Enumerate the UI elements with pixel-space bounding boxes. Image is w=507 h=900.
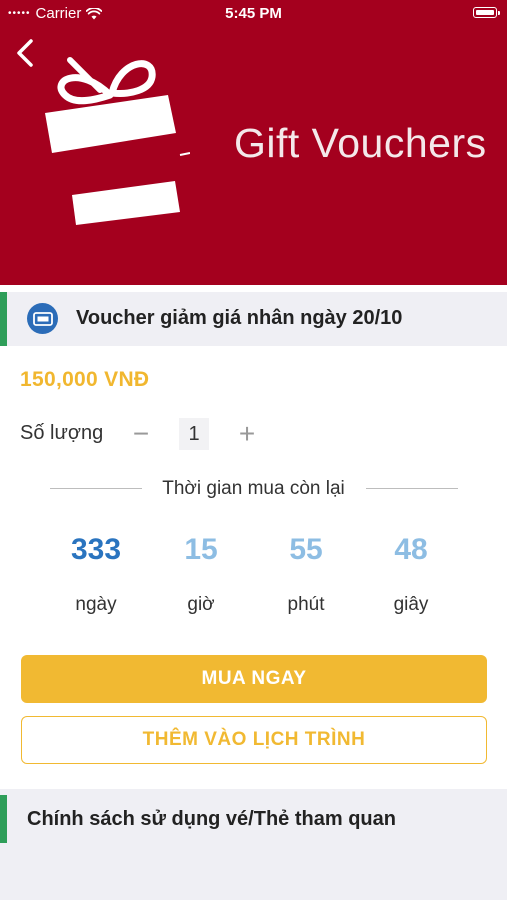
policy-title: Chính sách sử dụng vé/Thẻ tham quan xyxy=(27,808,396,830)
countdown-hours: 15 xyxy=(184,533,218,566)
countdown-minutes: 55 xyxy=(289,533,323,566)
ticket-icon xyxy=(27,303,58,334)
chevron-left-icon xyxy=(17,39,33,67)
countdown-minutes-label: phút xyxy=(287,594,325,615)
status-time: 5:45 PM xyxy=(225,5,282,22)
battery-icon xyxy=(473,7,500,18)
voucher-price: 150,000 VNĐ xyxy=(20,368,150,391)
countdown-heading: Thời gian mua còn lại xyxy=(162,478,345,499)
gift-box-icon xyxy=(45,57,190,225)
countdown-seconds: 48 xyxy=(394,533,428,566)
policy-section[interactable]: Chính sách sử dụng vé/Thẻ tham quan xyxy=(0,789,507,900)
title-accent-bar xyxy=(0,292,7,346)
header-banner: ••••• Carrier 5:45 PM Gift Vouchers xyxy=(0,0,507,285)
banner-title: Gift Vouchers xyxy=(234,120,487,166)
countdown-seconds-label: giây xyxy=(393,594,429,615)
ticket-glyph-icon xyxy=(32,311,53,326)
buy-now-button[interactable]: MUA NGAY xyxy=(21,655,487,703)
countdown-days: 333 xyxy=(70,533,122,566)
back-button[interactable] xyxy=(8,34,42,72)
countdown-hours-label: giờ xyxy=(187,594,215,615)
quantity-increase-button[interactable]: + xyxy=(233,418,261,450)
voucher-title: Voucher giảm giá nhân ngày 20/10 xyxy=(76,307,403,329)
status-bar: ••••• Carrier 5:45 PM xyxy=(0,0,507,28)
policy-accent-bar xyxy=(0,795,7,843)
divider-right xyxy=(366,488,458,489)
voucher-title-row: Voucher giảm giá nhân ngày 20/10 xyxy=(0,292,507,346)
quantity-decrease-button[interactable]: − xyxy=(128,418,154,450)
quantity-label: Số lượng xyxy=(20,422,104,444)
countdown-days-label: ngày xyxy=(75,594,117,615)
quantity-value[interactable]: 1 xyxy=(179,418,209,450)
add-to-schedule-button[interactable]: THÊM VÀO LỊCH TRÌNH xyxy=(21,716,487,764)
